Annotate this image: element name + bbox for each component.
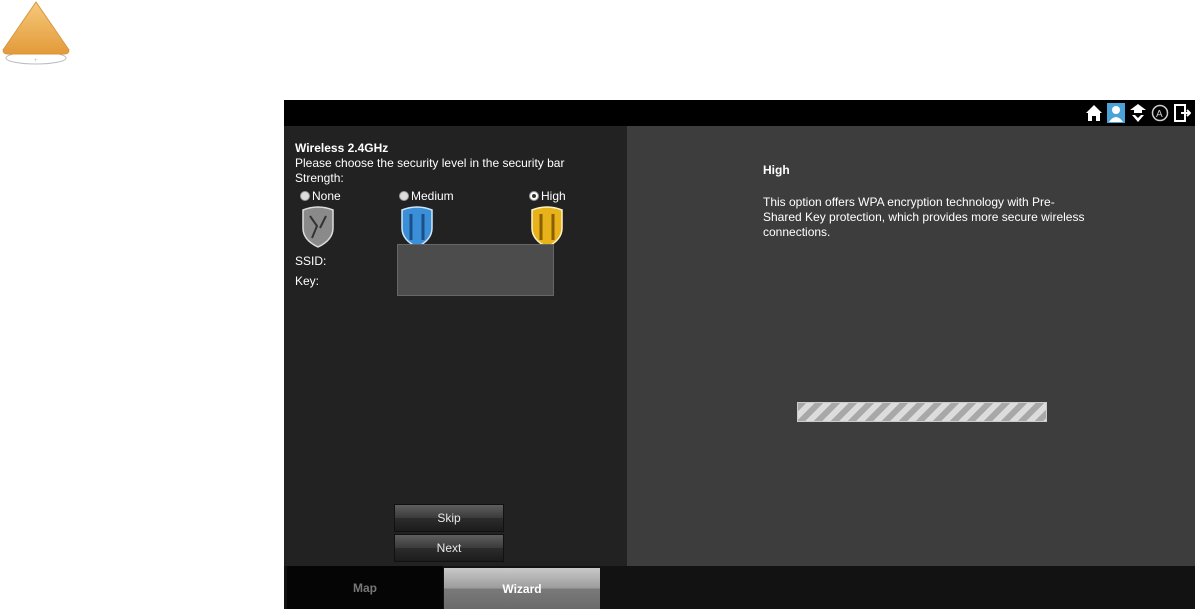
security-info-panel: High This option offers WPA encryption t… (627, 126, 1195, 566)
auto-update-icon[interactable]: A (1151, 103, 1169, 123)
security-level-description: This option offers WPA encryption techno… (763, 195, 1085, 239)
upgrade-icon[interactable] (1129, 103, 1147, 123)
ssid-label: SSID: (295, 254, 327, 268)
panel-title: Wireless 2.4GHz (295, 141, 389, 155)
shield-medium-icon[interactable] (399, 206, 435, 248)
security-level-title: High (763, 163, 790, 177)
radio-medium-label: Medium (411, 189, 454, 203)
ssid-key-input-area[interactable] (397, 244, 554, 296)
shield-high-icon[interactable] (529, 206, 565, 248)
strength-label: Strength: (295, 171, 344, 185)
radio-high[interactable]: High (529, 189, 566, 203)
instruction-text: Please choose the security level in the … (295, 156, 565, 170)
wireless-settings-panel: Wireless 2.4GHz Please choose the securi… (284, 126, 627, 566)
skip-button[interactable]: Skip (394, 504, 504, 532)
router-logo: + (2, 1, 70, 65)
svg-text:A: A (1156, 109, 1163, 120)
next-button[interactable]: Next (394, 534, 504, 562)
radio-medium-circle[interactable] (399, 191, 409, 201)
bottom-tab-bar: Map Wizard (284, 566, 1195, 609)
radio-high-circle[interactable] (529, 191, 539, 201)
tab-map[interactable]: Map (287, 566, 443, 609)
progress-bar (797, 402, 1047, 422)
radio-high-label: High (541, 189, 566, 203)
top-toolbar: A (284, 100, 1195, 126)
radio-none-circle[interactable] (300, 191, 310, 201)
key-label: Key: (295, 274, 320, 288)
radio-none[interactable]: None (300, 189, 341, 203)
svg-text:+: + (34, 58, 38, 64)
radio-none-label: None (312, 189, 341, 203)
home-icon[interactable] (1085, 103, 1103, 123)
logout-icon[interactable] (1173, 103, 1192, 123)
radio-medium[interactable]: Medium (399, 189, 454, 203)
tab-wizard[interactable]: Wizard (444, 568, 600, 609)
router-app-window: A Wireless 2.4GHz Please choose the secu… (284, 100, 1195, 609)
shield-none-icon[interactable] (300, 206, 336, 248)
user-icon[interactable] (1107, 103, 1125, 123)
